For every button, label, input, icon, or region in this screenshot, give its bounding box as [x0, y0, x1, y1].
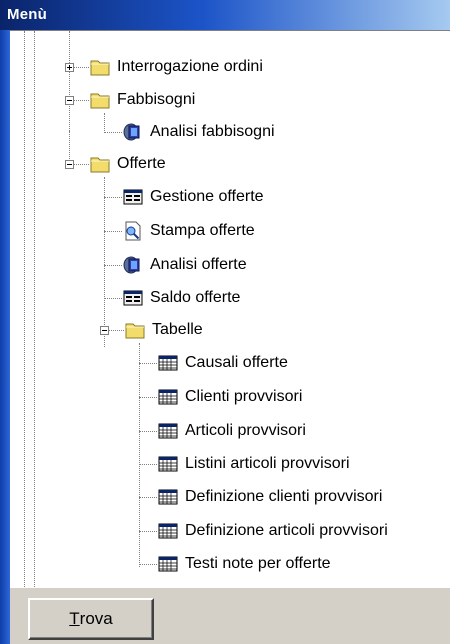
tree-line-offerte: [104, 177, 105, 347]
menu-tree[interactable]: Interrogazione ordini Fabbisogni Analisi…: [10, 30, 450, 589]
table-icon: [158, 389, 178, 405]
window-left-border-bottom: [0, 588, 10, 644]
tree-item-definizione-clienti-provvisori[interactable]: Definizione clienti provvisori: [157, 482, 382, 512]
tree-item-analisi-fabbisogni[interactable]: Analisi fabbisogni: [122, 117, 275, 147]
tree-item-articoli-provvisori[interactable]: Articoli provvisori: [157, 416, 306, 446]
analysis-icon: [123, 123, 140, 141]
form-icon: [123, 189, 143, 205]
tree-item-definizione-articoli-provvisori[interactable]: Definizione articoli provvisori: [157, 516, 388, 546]
collapse-tabelle-button[interactable]: [100, 326, 109, 335]
table-icon: [158, 423, 178, 439]
folder-open-icon: [125, 323, 145, 339]
title-bar: Menù: [0, 0, 450, 30]
tree-line-tabelle: [139, 343, 140, 567]
tree-item-saldo-offerte[interactable]: Saldo offerte: [122, 283, 240, 313]
tree-item-fabbisogni[interactable]: Fabbisogni: [89, 85, 195, 115]
tree-item-stampa-offerte[interactable]: Stampa offerte: [122, 216, 255, 246]
folder-open-icon: [90, 157, 110, 173]
collapse-fabbisogni-button[interactable]: [65, 96, 74, 105]
window-title: Menù: [7, 6, 47, 23]
table-icon: [158, 456, 178, 472]
tree-item-offerte[interactable]: Offerte: [89, 149, 166, 179]
print-preview-icon: [125, 221, 141, 241]
tree-line-outer: [24, 31, 25, 587]
folder-open-icon: [90, 93, 110, 109]
tree-item-gestione-offerte[interactable]: Gestione offerte: [122, 182, 264, 212]
table-icon: [158, 523, 178, 539]
tree-item-clienti-provvisori[interactable]: Clienti provvisori: [157, 382, 302, 412]
collapse-offerte-button[interactable]: [65, 160, 74, 169]
tree-item-testi-note-per-offerte[interactable]: Testi note per offerte: [157, 549, 331, 579]
table-icon: [158, 556, 178, 572]
tree-item-analisi-offerte[interactable]: Analisi offerte: [122, 250, 247, 280]
window-left-border: [0, 30, 10, 588]
form-icon: [123, 290, 143, 306]
tree-item-tabelle[interactable]: Tabelle: [124, 315, 203, 345]
tree-line-root: [69, 31, 70, 131]
tree-item-interrogazione-ordini[interactable]: Interrogazione ordini: [89, 52, 263, 82]
tree-line-fabbisogni: [104, 113, 105, 133]
tree-item-listini-articoli-provvisori[interactable]: Listini articoli provvisori: [157, 449, 350, 479]
tree-line-outer-2: [34, 31, 35, 587]
folder-icon: [90, 60, 110, 76]
table-icon: [158, 355, 178, 371]
analysis-icon: [123, 256, 140, 274]
trova-button[interactable]: Trova: [28, 598, 154, 640]
expand-interrogazione-button[interactable]: [65, 63, 74, 72]
table-icon: [158, 489, 178, 505]
tree-item-causali-offerte[interactable]: Causali offerte: [157, 348, 288, 378]
